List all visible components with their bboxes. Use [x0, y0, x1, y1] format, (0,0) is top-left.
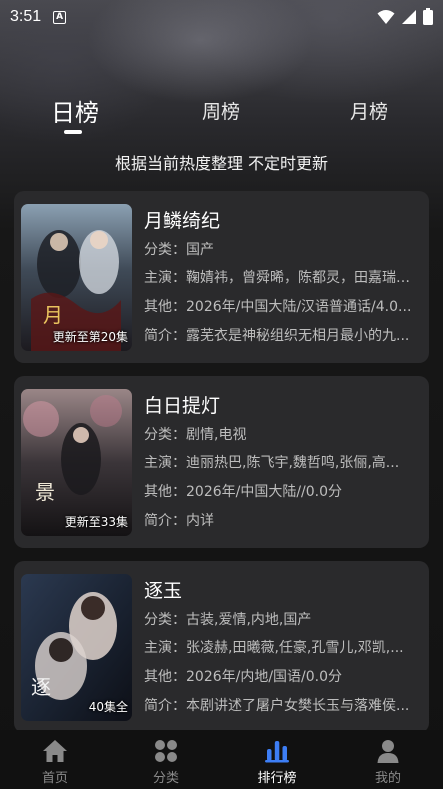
drama-poster[interactable]: 景 更新至33集 [21, 389, 132, 536]
nav-home[interactable]: 首页 [0, 730, 110, 789]
drama-poster[interactable]: 逐 40集全 [21, 574, 132, 721]
nav-ranking-label: 排行榜 [257, 771, 297, 786]
nav-profile[interactable]: 我的 [333, 730, 443, 789]
drama-category: 分类：古装,爱情,内地,国产 [144, 612, 312, 628]
svg-text:月: 月 [43, 303, 63, 327]
tab-monthly-label: 月榜 [349, 100, 388, 123]
drama-category: 分类：剧情,电视 [144, 427, 247, 443]
tab-weekly[interactable]: 周榜 [186, 88, 256, 132]
svg-text:逐: 逐 [31, 675, 51, 699]
wifi-icon [377, 9, 395, 24]
tab-daily[interactable]: 日榜 [40, 88, 110, 132]
ranking-tabs: 日榜 周榜 月榜 [0, 88, 443, 138]
drama-card[interactable]: 逐 40集全 逐玉 分类：古装,爱情,内地,国产 主演：张凌赫,田曦薇,任豪,孔… [14, 561, 429, 733]
drama-cast: 主演：迪丽热巴,陈飞宇,魏哲鸣,张俪,高... [144, 455, 400, 471]
home-icon [41, 738, 69, 764]
tab-weekly-label: 周榜 [201, 100, 240, 123]
nav-category-label: 分类 [152, 771, 179, 786]
status-indicators [377, 8, 433, 25]
drama-cast: 主演：鞠婧祎，曾舜晞，陈都灵，田嘉瑞，... [144, 270, 422, 286]
nav-home-label: 首页 [41, 771, 68, 786]
drama-card[interactable]: 月 更新至第20集 月鳞绮纪 分类：国产 主演：鞠婧祎，曾舜晞，陈都灵，田嘉瑞，… [14, 191, 429, 363]
ranking-bars-icon [263, 738, 291, 764]
nav-profile-label: 我的 [374, 771, 401, 786]
poster-badge: 40集全 [88, 700, 128, 714]
tab-monthly[interactable]: 月榜 [334, 88, 404, 132]
drama-title: 白日提灯 [144, 395, 221, 417]
drama-intro: 简介：露芜衣是神秘组织无相月最小的九... [144, 328, 410, 344]
category-grid-icon [152, 738, 180, 764]
drama-other: 其他：2026年/内地/国语/0.0分 [144, 669, 343, 685]
drama-category: 分类：国产 [144, 242, 214, 258]
drama-intro: 简介：本剧讲述了屠户女樊长玉与落难侯... [144, 698, 410, 714]
tab-daily-label: 日榜 [51, 98, 99, 127]
bottom-nav: 首页 分类 排行榜 我的 [0, 730, 443, 789]
drama-other: 其他：2026年/中国大陆//0.0分 [144, 484, 343, 500]
nav-category[interactable]: 分类 [111, 730, 221, 789]
profile-icon [374, 738, 402, 764]
ranking-subtitle: 根据当前热度整理 不定时更新 [114, 154, 329, 173]
poster-badge: 更新至33集 [64, 515, 128, 529]
drama-poster[interactable]: 月 更新至第20集 [21, 204, 132, 351]
signal-icon [402, 9, 416, 24]
status-bar: 3:51 A [0, 0, 443, 34]
drama-card[interactable]: 景 更新至33集 白日提灯 分类：剧情,电视 主演：迪丽热巴,陈飞宇,魏哲鸣,张… [14, 376, 429, 548]
drama-title: 逐玉 [144, 580, 183, 602]
drama-cast: 主演：张凌赫,田曦薇,任豪,孔雪儿,邓凯,... [144, 640, 404, 656]
status-time: 3:51 [10, 8, 42, 25]
drama-other: 其他：2026年/中国大陆/汉语普通话/4.0... [144, 299, 412, 315]
nav-ranking[interactable]: 排行榜 [222, 730, 332, 789]
svg-text:景: 景 [35, 480, 55, 504]
battery-icon [423, 8, 433, 25]
poster-badge: 更新至第20集 [52, 330, 128, 344]
drama-intro: 简介：内详 [144, 513, 214, 529]
drama-title: 月鳞绮纪 [144, 210, 221, 232]
notification-icon: A [53, 10, 67, 24]
active-tab-indicator [64, 130, 82, 134]
